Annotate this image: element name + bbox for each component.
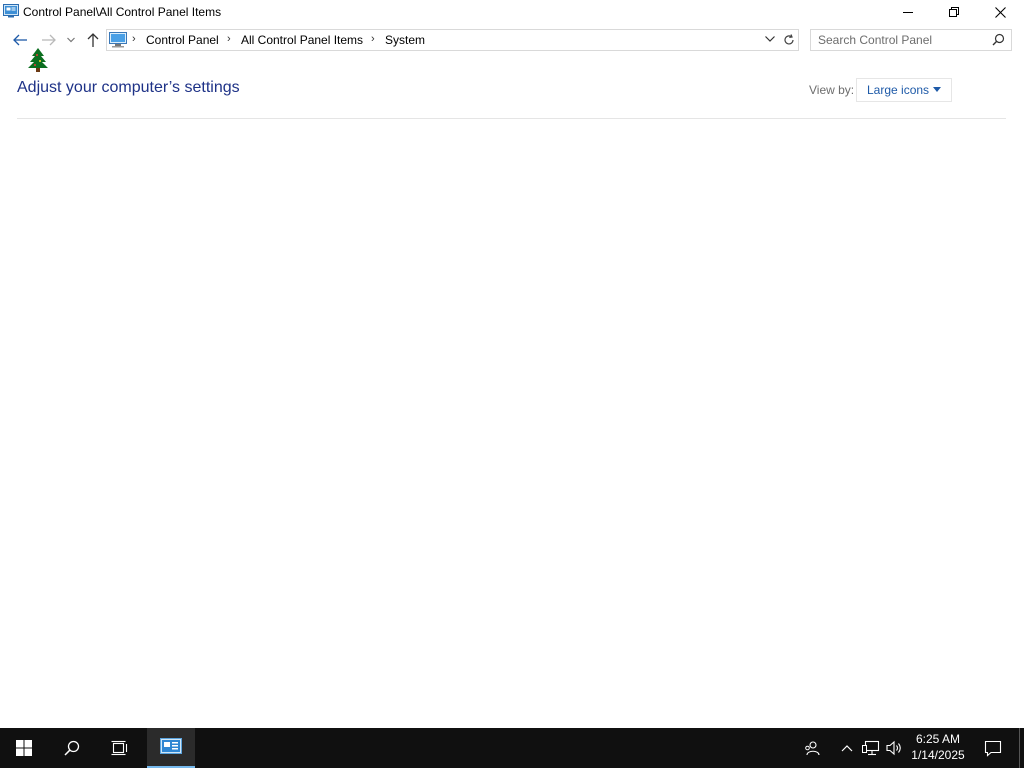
breadcrumb-separator-icon[interactable]: › xyxy=(227,33,231,45)
clock-time: 6:25 AM xyxy=(915,732,961,746)
speaker-icon xyxy=(886,740,901,756)
control-panel-icon xyxy=(160,738,182,754)
chevron-up-icon xyxy=(841,745,853,752)
notification-icon xyxy=(984,740,1002,757)
view-by-label: View by: xyxy=(809,83,855,97)
volume-button[interactable] xyxy=(884,728,906,768)
breadcrumb-control-panel[interactable]: Control Panel xyxy=(146,33,219,47)
caret-down-icon xyxy=(933,87,941,92)
back-button[interactable] xyxy=(10,30,30,50)
back-arrow-icon xyxy=(13,34,27,46)
show-desktop-button[interactable] xyxy=(1019,728,1024,768)
search-icon xyxy=(64,740,80,756)
title-bar: Control Panel\All Control Panel Items xyxy=(0,0,1024,24)
network-icon xyxy=(862,740,880,756)
breadcrumb-system[interactable]: System xyxy=(385,33,425,47)
address-dropdown-button[interactable] xyxy=(762,29,778,49)
refresh-button[interactable] xyxy=(780,29,799,51)
chevron-down-icon xyxy=(67,37,75,43)
restore-button[interactable] xyxy=(931,0,977,24)
chevron-down-icon xyxy=(765,36,775,42)
control-panel-icon xyxy=(3,4,19,23)
up-arrow-icon xyxy=(87,33,99,47)
windows-logo-icon xyxy=(16,740,32,756)
close-button[interactable] xyxy=(977,0,1023,24)
recent-locations-button[interactable] xyxy=(63,30,79,50)
start-button[interactable] xyxy=(0,728,48,768)
search-icon[interactable] xyxy=(992,33,1005,51)
forward-arrow-icon xyxy=(42,34,56,46)
taskbar-search-button[interactable] xyxy=(48,728,96,768)
breadcrumb-all-items[interactable]: All Control Panel Items xyxy=(241,33,363,47)
people-button[interactable] xyxy=(800,728,824,768)
refresh-icon xyxy=(784,34,794,45)
minimize-button[interactable] xyxy=(885,0,931,24)
up-button[interactable] xyxy=(83,30,103,50)
view-by-dropdown[interactable]: Large icons xyxy=(856,78,952,102)
computer-icon xyxy=(109,32,127,53)
breadcrumb-separator-icon[interactable]: › xyxy=(132,33,136,45)
restore-icon xyxy=(949,7,959,17)
show-hidden-icons-button[interactable] xyxy=(838,728,856,768)
task-view-button[interactable] xyxy=(96,728,144,768)
taskbar: 6:25 AM 1/14/2025 xyxy=(0,728,1024,768)
address-bar[interactable]: › Control Panel › All Control Panel Item… xyxy=(106,29,782,51)
clock[interactable]: 6:25 AM 1/14/2025 xyxy=(908,731,968,763)
network-button[interactable] xyxy=(860,728,882,768)
clock-date: 1/14/2025 xyxy=(911,748,965,762)
people-icon xyxy=(805,741,820,756)
task-view-icon xyxy=(111,740,128,756)
close-icon xyxy=(994,6,1006,18)
page-title: Adjust your computer’s settings xyxy=(17,79,240,96)
tree-cursor-icon xyxy=(28,48,48,77)
search-box[interactable] xyxy=(810,29,1012,51)
header-divider xyxy=(17,118,1006,119)
search-input[interactable] xyxy=(818,32,983,48)
taskbar-control-panel-button[interactable] xyxy=(147,728,195,768)
action-center-button[interactable] xyxy=(978,728,1008,768)
breadcrumb-separator-icon[interactable]: › xyxy=(371,33,375,45)
navigation-bar: › Control Panel › All Control Panel Item… xyxy=(0,26,1024,72)
forward-button[interactable] xyxy=(39,30,59,50)
minimize-icon xyxy=(903,12,913,13)
window-title: Control Panel\All Control Panel Items xyxy=(23,5,222,19)
view-by-value[interactable]: Large icons xyxy=(867,83,929,97)
